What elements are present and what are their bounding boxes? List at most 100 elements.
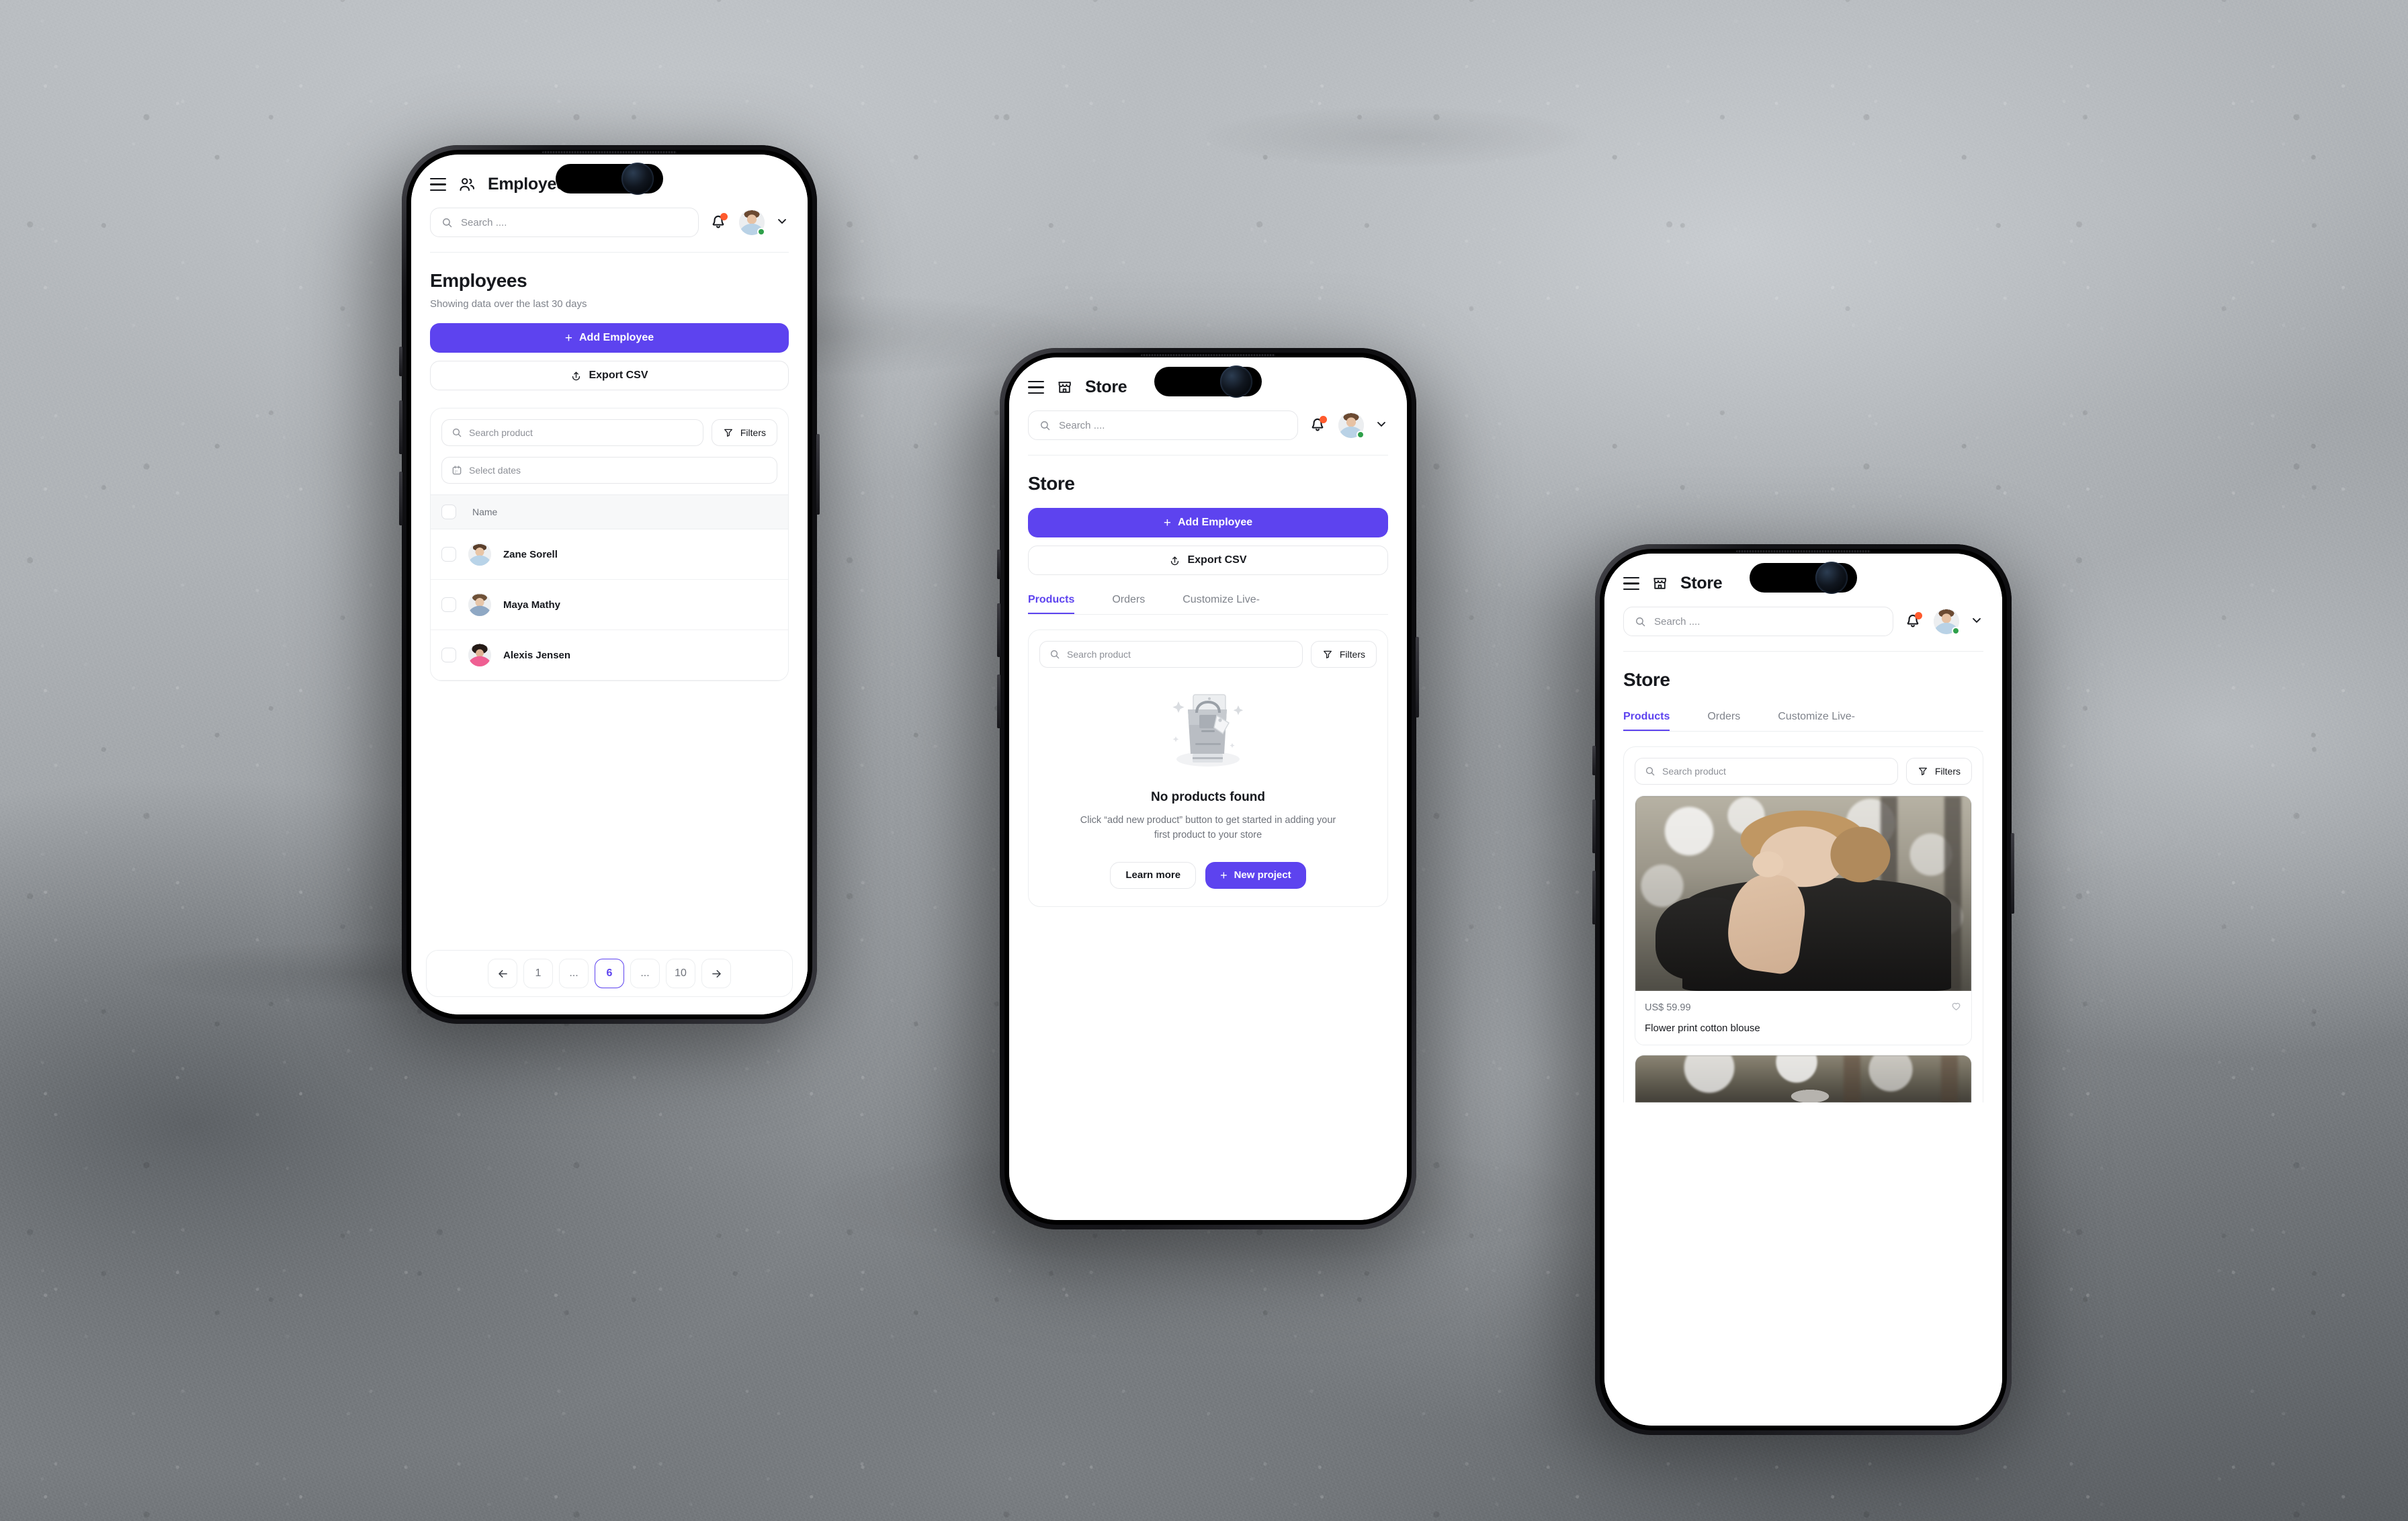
chevron-down-icon[interactable]: [775, 214, 789, 231]
table-header: Name: [431, 494, 788, 529]
add-employee-label: Add Employee: [578, 332, 654, 343]
filter-icon: [723, 427, 734, 438]
add-employee-label: Add Employee: [1177, 517, 1253, 528]
table-row[interactable]: Zane Sorell: [431, 529, 788, 580]
search-icon: [452, 428, 462, 437]
phone-store-empty: Store Search .... Store + Add Employee E…: [997, 348, 1419, 1229]
avatar[interactable]: [1338, 412, 1365, 439]
tab-customize-live[interactable]: Customize Live-: [1182, 594, 1260, 606]
avatar[interactable]: [739, 210, 765, 236]
status-badge: [1952, 627, 1960, 635]
chevron-down-icon[interactable]: [1970, 613, 1983, 630]
search-placeholder: Search ....: [461, 216, 507, 228]
search-product-input[interactable]: Search product: [1039, 641, 1303, 668]
status-badge: [1357, 431, 1365, 439]
tab-products[interactable]: Products: [1028, 594, 1075, 614]
tab-customize-live[interactable]: Customize Live-: [1778, 711, 1855, 723]
empty-state: No products found Click “add new product…: [1029, 679, 1387, 906]
bell-icon[interactable]: [710, 212, 728, 232]
table-row[interactable]: Alexis Jensen: [431, 630, 788, 681]
product-card[interactable]: US$ 59.99 Flower print cotton blouse: [1635, 795, 1972, 1045]
search-icon: [443, 218, 452, 227]
filter-icon: [1918, 766, 1928, 777]
store-icon: [1651, 575, 1668, 592]
bell-icon[interactable]: [1309, 415, 1328, 435]
pagination-page-current[interactable]: 6: [595, 959, 624, 988]
date-picker[interactable]: Select dates: [441, 457, 777, 484]
select-all-checkbox[interactable]: [441, 505, 456, 519]
learn-more-button[interactable]: Learn more: [1110, 861, 1197, 889]
search-product-placeholder: Search product: [1067, 649, 1131, 660]
front-camera-icon: [1815, 562, 1848, 594]
export-csv-label: Export CSV: [589, 370, 648, 381]
front-camera-icon: [1219, 365, 1252, 398]
filters-button[interactable]: Filters: [711, 419, 777, 446]
date-picker-placeholder: Select dates: [469, 465, 521, 476]
bell-icon[interactable]: [1904, 611, 1923, 632]
phone-employees: Employees Search .... Employees Showing …: [399, 145, 820, 1024]
filters-button[interactable]: Filters: [1905, 758, 1972, 785]
dynamic-island: [1154, 365, 1262, 398]
avatar: [468, 543, 491, 566]
plus-icon: +: [1220, 868, 1228, 882]
search-placeholder: Search ....: [1654, 615, 1701, 627]
store-icon: [1056, 379, 1073, 396]
plus-icon: +: [1163, 515, 1171, 530]
new-project-button[interactable]: + New project: [1205, 861, 1306, 889]
filters-label: Filters: [1934, 766, 1961, 777]
plus-icon: +: [564, 331, 572, 345]
search-icon: [1050, 650, 1060, 659]
hamburger-icon[interactable]: [430, 177, 446, 191]
search-input[interactable]: Search ....: [430, 208, 699, 237]
add-employee-button[interactable]: + Add Employee: [430, 323, 789, 353]
empty-state-description: Click “add new product” button to get st…: [1080, 815, 1336, 841]
avatar[interactable]: [1934, 609, 1960, 635]
filters-button[interactable]: Filters: [1310, 641, 1377, 668]
hamburger-icon[interactable]: [1623, 576, 1639, 591]
search-icon: [1636, 617, 1645, 626]
search-input[interactable]: Search ....: [1028, 410, 1298, 440]
pagination-page-1[interactable]: 1: [523, 959, 553, 988]
search-product-input[interactable]: Search product: [441, 419, 703, 446]
product-card[interactable]: [1635, 1055, 1972, 1102]
search-icon: [1041, 421, 1050, 430]
products-panel: Search product Filters: [1028, 629, 1388, 907]
page-title: Store: [1680, 574, 1723, 593]
filters-label: Filters: [1339, 649, 1365, 660]
search-input[interactable]: Search ....: [1623, 607, 1893, 636]
employees-panel: Search product Filters Select dates Name…: [430, 408, 789, 681]
table-row[interactable]: Maya Mathy: [431, 580, 788, 630]
export-csv-button[interactable]: Export CSV: [1028, 546, 1388, 575]
export-csv-button[interactable]: Export CSV: [430, 361, 789, 390]
empty-shopping-bag-with-tag-icon: [1158, 691, 1258, 773]
employee-name: Alexis Jensen: [503, 649, 571, 661]
row-checkbox[interactable]: [441, 648, 456, 662]
product-name: Flower print cotton blouse: [1645, 1023, 1760, 1034]
tab-orders[interactable]: Orders: [1707, 711, 1740, 723]
upload-icon: [570, 370, 582, 382]
row-checkbox[interactable]: [441, 597, 456, 612]
phone-store-products: Store Search .... Store Products Orders …: [1592, 544, 2014, 1435]
pagination-prev[interactable]: [488, 959, 517, 988]
heart-outline-icon[interactable]: [1950, 1000, 1962, 1015]
calendar-icon: [452, 465, 462, 476]
upload-icon: [1169, 555, 1180, 566]
pagination-ellipsis: ...: [630, 959, 660, 988]
search-product-input[interactable]: Search product: [1635, 758, 1898, 785]
tab-products[interactable]: Products: [1623, 711, 1670, 731]
add-employee-button[interactable]: + Add Employee: [1028, 508, 1388, 537]
pagination-page-10[interactable]: 10: [666, 959, 695, 988]
hamburger-icon[interactable]: [1028, 380, 1044, 394]
search-product-placeholder: Search product: [1662, 766, 1726, 777]
tab-orders[interactable]: Orders: [1112, 594, 1145, 606]
row-checkbox[interactable]: [441, 547, 456, 562]
product-image: [1635, 1055, 1971, 1102]
arrow-right-icon: [712, 969, 721, 977]
column-header-name: Name: [472, 507, 498, 517]
page-title: Store: [1085, 378, 1127, 396]
dynamic-island: [556, 163, 663, 195]
empty-state-title: No products found: [1151, 790, 1265, 804]
chevron-down-icon[interactable]: [1375, 417, 1388, 434]
pagination-next[interactable]: [701, 959, 731, 988]
employee-name: Zane Sorell: [503, 548, 558, 560]
